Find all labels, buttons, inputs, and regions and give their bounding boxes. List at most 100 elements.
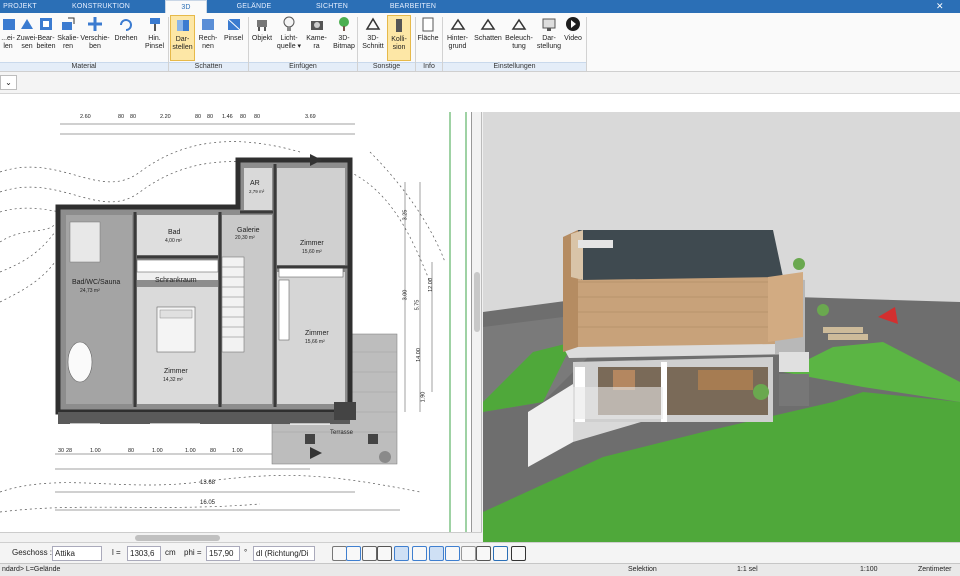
dimension-label: 2.60: [80, 114, 91, 120]
tab-gelaende[interactable]: GELÄNDE: [226, 0, 282, 13]
calculate-icon: [199, 15, 217, 33]
ribbon-button-move[interactable]: Verschie-ben: [80, 15, 110, 61]
assign-icon: [18, 15, 36, 33]
ribbon-button-label: tung: [512, 43, 526, 50]
ribbon-button-monitor[interactable]: Dar-stellung: [536, 15, 562, 61]
tab-konstruktion[interactable]: KONSTRUKTION: [62, 0, 140, 13]
ribbon-button-brush[interactable]: Hin. Pinsel: [141, 15, 168, 61]
ribbon-button-edit[interactable]: Bear-beiten: [36, 15, 56, 61]
length-input[interactable]: 1303,6: [127, 546, 161, 561]
ribbon-button-label: ra: [313, 43, 320, 50]
object-icon: [253, 15, 271, 33]
ribbon-button-scale[interactable]: Skalie-ren: [57, 15, 79, 61]
ribbon-button-lighting[interactable]: Beleuch-tung: [503, 15, 535, 61]
room-label: Terrasse: [330, 430, 354, 436]
pencil-icon[interactable]: [394, 546, 409, 561]
ruler-icon[interactable]: [476, 546, 491, 561]
tab-sichten[interactable]: SICHTEN: [308, 0, 356, 13]
print-icon[interactable]: [362, 546, 377, 561]
ribbon-button-label: Dar-: [175, 36, 190, 43]
l-label: l =: [112, 548, 121, 557]
scroll-thumb[interactable]: [135, 535, 220, 541]
ribbon-button-paint[interactable]: Pinsel: [221, 15, 246, 61]
dimension-label: 28: [66, 448, 73, 454]
dimension-label: 1.00: [90, 448, 101, 454]
ribbon-button-label: Licht-: [280, 35, 298, 42]
ribbon-button-section[interactable]: 3D- Schnitt: [360, 15, 386, 61]
dimension-label: 3.69: [305, 114, 316, 120]
l-unit: cm: [165, 548, 176, 557]
ribbon-button-bulb[interactable]: Licht-quelle ▾: [275, 15, 303, 61]
ribbon-button-area[interactable]: Fläche: [416, 15, 440, 61]
layer-dropdown[interactable]: ⌄: [0, 75, 17, 90]
geschoss-select[interactable]: Attika: [52, 546, 102, 561]
room-area: 15,60 m²: [302, 249, 322, 255]
group-info: Info: [416, 62, 442, 71]
status-unit: Zentimeter: [918, 566, 952, 573]
scroll-thumb[interactable]: [474, 272, 480, 332]
clock-icon[interactable]: [332, 546, 347, 561]
room-area: 15,66 m²: [305, 339, 325, 345]
tab-3d[interactable]: 3D: [165, 0, 207, 14]
tab-bearbeiten[interactable]: BEARBEITEN: [382, 0, 444, 13]
ribbon-button-label: Hin.: [148, 35, 161, 42]
north-icon[interactable]: [493, 546, 508, 561]
monitor-icon: [540, 15, 558, 33]
ribbon-button-object[interactable]: Objekt: [250, 15, 274, 61]
group-sonstige: Sonstige: [358, 62, 415, 71]
ribbon-button-collision[interactable]: Kolli-sion: [387, 15, 411, 61]
display-icon: [174, 16, 192, 34]
dimension-label: 80: [195, 114, 202, 120]
ribbon-button-display[interactable]: Dar-stellen: [170, 15, 195, 61]
link-icon[interactable]: [412, 546, 427, 561]
ribbon-button-label: Verschie-: [80, 35, 110, 42]
window-tools-icon[interactable]: ✕: [936, 1, 952, 12]
ribbon-button-calculate[interactable]: Rech-nen: [197, 15, 219, 61]
room-label: Zimmer: [305, 330, 329, 337]
dimension-label: 80: [118, 114, 125, 120]
floor-plan-view[interactable]: 2.60 80 80 2.20 80 80 1.46 80 80 3.69 30 28 1.00 80 1…: [0, 112, 472, 532]
3d-view[interactable]: [483, 112, 960, 542]
ribbon-button-label: ren: [62, 43, 74, 50]
tree-icon: [335, 15, 353, 33]
ribbon-button-label: sen: [21, 43, 33, 50]
ribbon-button-label: Video: [564, 35, 582, 42]
phi-input[interactable]: 157,90: [206, 546, 240, 561]
ribbon-button-label: Pinsel: [144, 43, 165, 50]
area-icon: [419, 15, 437, 33]
dimension-label: 3.00: [402, 289, 409, 301]
ribbon-button-assign[interactable]: Zuwei-sen: [16, 15, 38, 61]
group-schatten: Schatten: [169, 62, 248, 71]
background-icon: [449, 15, 467, 33]
ribbon-button-label: 3D-: [338, 35, 350, 42]
room-area: 14,32 m²: [163, 377, 183, 383]
room-label: Schrankraum: [155, 277, 197, 284]
tab-projekt[interactable]: PROJEKT: [0, 0, 40, 13]
separator-icon[interactable]: [511, 546, 526, 561]
ribbon-button-play[interactable]: Video: [563, 15, 583, 61]
scale-icon: [59, 15, 77, 33]
ribbon-button-camera[interactable]: Kame-ra: [304, 15, 329, 61]
monitor-icon[interactable]: [346, 546, 361, 561]
dimension-label: 80: [254, 114, 261, 120]
ribbon-button-label: Objekt: [251, 35, 273, 42]
camera-icon[interactable]: [377, 546, 392, 561]
coordinate-control-bar: Geschoss : Attika l = 1303,6 cm phi = 15…: [0, 542, 960, 563]
status-selection-count: 1:1 sel: [737, 566, 758, 573]
ribbon-button-label: Hinter-: [446, 35, 468, 42]
table-icon[interactable]: [461, 546, 476, 561]
ribbon-button-rotate[interactable]: Drehen: [112, 15, 140, 61]
dimension-label: 3.25: [402, 209, 409, 221]
plan-vertical-scrollbar[interactable]: [472, 112, 482, 532]
ribbon-button-background[interactable]: Hinter-grund: [444, 15, 471, 61]
layer-icon[interactable]: [429, 546, 444, 561]
play-icon: [564, 15, 582, 33]
ribbon-button-shadow[interactable]: Schatten: [472, 15, 504, 61]
ribbon-button-label: 3D-: [367, 35, 379, 42]
ribbon-button-tree[interactable]: 3D- Bitmap: [331, 15, 357, 61]
mode-select[interactable]: dl (Richtung/Di: [253, 546, 315, 561]
grid-icon[interactable]: [445, 546, 460, 561]
ribbon-button-cube[interactable]: ...ei-len: [0, 15, 16, 61]
dimension-label: 1.00: [185, 448, 196, 454]
plan-horizontal-scrollbar[interactable]: [0, 532, 482, 542]
